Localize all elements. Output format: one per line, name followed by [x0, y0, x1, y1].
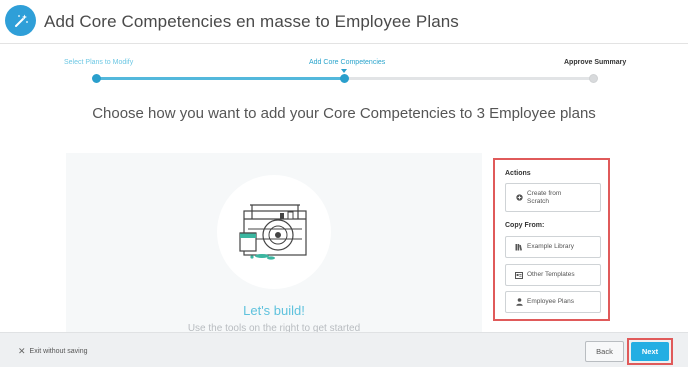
next-button[interactable]: Next — [631, 342, 669, 361]
actions-heading: Actions — [505, 170, 531, 177]
create-from-scratch-label: Create from Scratch — [527, 189, 562, 205]
build-placeholder-panel: Let's build! Use the tools on the right … — [66, 153, 482, 333]
actions-panel: Actions Create from Scratch Copy From: E… — [493, 158, 610, 321]
template-card-icon — [511, 271, 527, 279]
step-add-core-competencies: Add Core Competencies — [309, 59, 386, 66]
step-1-dot[interactable] — [92, 74, 101, 83]
plus-circle-icon — [511, 194, 527, 201]
step-approve-summary: Approve Summary — [564, 59, 627, 66]
lets-build-title: Let's build! — [243, 303, 305, 318]
create-from-scratch-button[interactable]: Create from Scratch — [505, 183, 601, 212]
close-icon: ✕ — [18, 346, 26, 356]
person-icon — [511, 298, 527, 306]
step-select-plans[interactable]: Select Plans to Modify — [64, 59, 133, 66]
next-button-highlight: Next — [627, 338, 673, 365]
example-library-button[interactable]: Example Library — [505, 236, 601, 258]
magic-wand-icon — [5, 5, 36, 36]
instructions-heading: Choose how you want to add your Core Com… — [92, 105, 596, 122]
page-title: Add Core Competencies en masse to Employ… — [44, 12, 459, 31]
employee-plans-label: Employee Plans — [527, 298, 574, 305]
wizard-footer: ✕ Exit without saving Back Next — [0, 332, 688, 367]
employee-plans-button[interactable]: Employee Plans — [505, 291, 601, 313]
other-templates-button[interactable]: Other Templates — [505, 264, 601, 286]
copy-from-heading: Copy From: — [505, 222, 545, 229]
step-3-dot — [589, 74, 598, 83]
step-2-dot — [340, 74, 349, 83]
page-header: Add Core Competencies en masse to Employ… — [0, 0, 688, 44]
exit-without-saving-link[interactable]: ✕ Exit without saving — [18, 346, 88, 357]
back-button[interactable]: Back — [585, 341, 624, 362]
other-templates-label: Other Templates — [527, 271, 575, 278]
library-books-icon — [511, 243, 527, 251]
active-step-caret-icon — [341, 69, 347, 73]
example-library-label: Example Library — [527, 243, 574, 250]
exit-without-saving-label: Exit without saving — [29, 348, 88, 355]
progress-track-remaining — [344, 77, 594, 80]
progress-track-complete — [96, 77, 344, 80]
